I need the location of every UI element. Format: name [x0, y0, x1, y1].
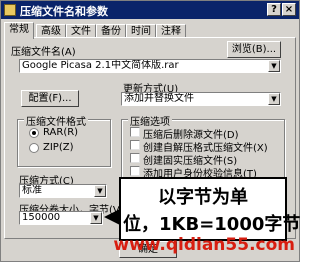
tab-backup[interactable]: 备份 [96, 24, 126, 38]
window-title: 压缩文件名和参数 [20, 5, 108, 18]
compression-method-value: 标准 [22, 185, 42, 196]
volume-size-value: 150000 [22, 212, 61, 223]
checkbox-delete-after[interactable] [130, 127, 140, 137]
tab-time[interactable]: 时间 [126, 24, 156, 38]
archive-icon [4, 4, 16, 16]
watermark: www.qidian55.com [113, 235, 295, 255]
checkbox-solid[interactable] [130, 153, 140, 163]
tab-general[interactable]: 常规 [4, 22, 34, 39]
chevron-down-icon[interactable]: ▼ [268, 93, 280, 105]
archive-format-title: 压缩文件格式 [24, 113, 88, 128]
chevron-down-icon[interactable]: ▼ [268, 60, 280, 72]
chevron-down-icon[interactable]: ▼ [94, 185, 106, 197]
help-button[interactable]: ? [267, 3, 281, 16]
radio-zip[interactable] [29, 143, 39, 153]
checkbox-authenticity[interactable] [130, 166, 140, 176]
update-mode-value: 添加并替换文件 [124, 93, 194, 104]
callout-line-1: 以字节为单 [158, 187, 248, 208]
browse-button[interactable]: 浏览(B)... [227, 41, 281, 58]
tab-advanced[interactable]: 高级 [36, 24, 66, 38]
update-mode-select[interactable]: 添加并替换文件 ▼ [121, 92, 281, 106]
radio-rar[interactable] [29, 128, 39, 138]
archive-name-value: Google Picasa 2.1中文简体版.rar [22, 60, 179, 71]
checkbox-sfx[interactable] [130, 140, 140, 150]
radio-rar-label: RAR(R) [43, 127, 79, 138]
volume-size-field[interactable]: 150000 ▼ [19, 211, 103, 225]
tab-comment[interactable]: 注释 [156, 24, 186, 38]
title-bar: 压缩文件名和参数 ? × [1, 1, 299, 19]
archive-name-field[interactable]: Google Picasa 2.1中文简体版.rar ▼ [19, 59, 281, 73]
close-button[interactable]: × [282, 3, 296, 16]
archive-name-label: 压缩文件名(A) [11, 47, 76, 58]
callout-line-2: 位，1KB=1000字节 [123, 214, 301, 235]
annotation-callout: 以字节为单 位，1KB=1000字节 [119, 177, 300, 241]
profiles-button[interactable]: 配置(F)... [21, 90, 79, 107]
dialog-window: 压缩文件名和参数 ? × 常规 高级 文件 备份 时间 注释 压缩文件名(A) … [0, 0, 300, 262]
compression-method-select[interactable]: 标准 ▼ [19, 184, 107, 198]
tab-files[interactable]: 文件 [66, 24, 96, 38]
radio-zip-label: ZIP(Z) [43, 142, 74, 153]
chevron-down-icon[interactable]: ▼ [90, 212, 102, 224]
callout-pointer [104, 209, 120, 225]
